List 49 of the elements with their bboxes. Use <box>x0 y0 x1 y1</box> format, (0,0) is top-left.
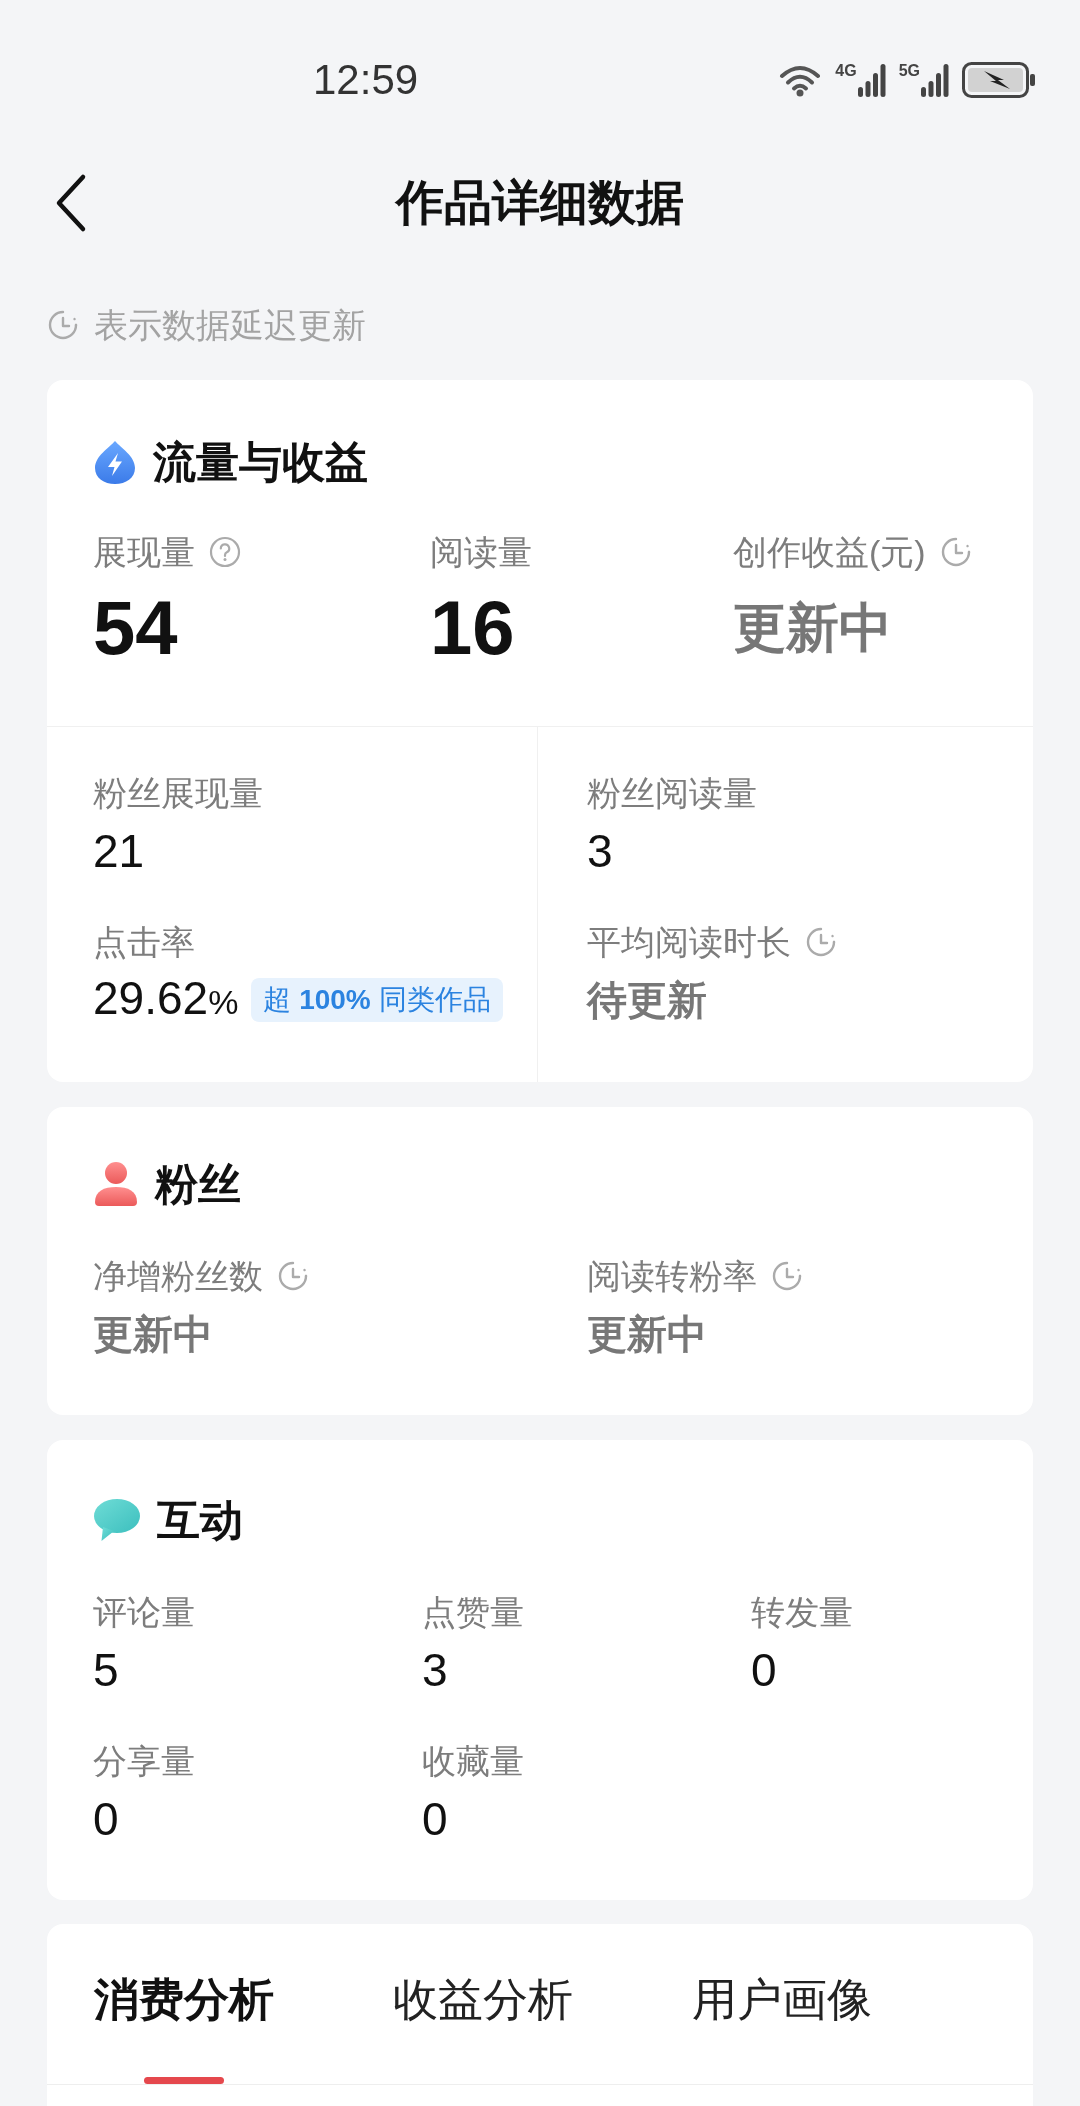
metric-label: 粉丝展现量 <box>93 773 263 814</box>
section-title: 粉丝 <box>155 1162 241 1206</box>
network-type-label: 5G <box>898 63 920 79</box>
battery-icon <box>962 62 1036 98</box>
clock-icon <box>47 309 79 341</box>
metric-value: 更新中 <box>93 1311 213 1358</box>
metric-label: 平均阅读时长 <box>587 922 791 963</box>
metric-label: 创作收益(元) <box>733 532 926 573</box>
metric-label: 分享量 <box>93 1741 195 1782</box>
page-title: 作品详细数据 <box>396 175 684 231</box>
metric-value: 3 <box>587 824 613 879</box>
metric-label: 转发量 <box>751 1592 853 1633</box>
metric-value: 0 <box>93 1792 119 1847</box>
wifi-icon <box>778 63 823 97</box>
metric-label: 展现量 <box>93 532 195 573</box>
metric-label: 粉丝阅读量 <box>587 773 757 814</box>
person-icon <box>93 1160 139 1208</box>
metric-label: 点击率 <box>93 922 195 963</box>
metric-value: 更新中 <box>733 597 892 659</box>
delay-notice: 表示数据延迟更新 <box>94 305 366 345</box>
metric-value: 3 <box>422 1643 448 1698</box>
back-icon[interactable] <box>54 173 88 233</box>
metric-label: 收藏量 <box>422 1741 524 1782</box>
metric-value: 更新中 <box>587 1311 707 1358</box>
tab[interactable]: 收益分析 <box>393 1972 573 2028</box>
metric-label: 阅读转粉率 <box>587 1256 757 1297</box>
section-title: 流量与收益 <box>153 440 368 484</box>
metric-value: 0 <box>422 1792 448 1847</box>
metric-value: 21 <box>93 824 145 879</box>
metric-value: 0 <box>751 1643 777 1698</box>
metric-value: 5 <box>93 1643 119 1698</box>
tab[interactable]: 用户画像 <box>692 1972 872 2028</box>
section-title: 互动 <box>157 1498 243 1542</box>
metric-label: 点赞量 <box>422 1592 524 1633</box>
metric-label: 净增粉丝数 <box>93 1256 263 1297</box>
metric-value: 29.62% <box>93 971 239 1026</box>
signal-icon <box>857 63 886 97</box>
metric-label: 评论量 <box>93 1592 195 1633</box>
network-type-label: 4G <box>835 63 857 79</box>
status-time: 12:59 <box>313 58 419 102</box>
metric-label: 阅读量 <box>430 532 532 573</box>
drop-icon <box>93 439 137 485</box>
metric-value: 待更新 <box>587 977 707 1024</box>
tab[interactable]: 消费分析 <box>94 1972 274 2084</box>
metric-value: 16 <box>430 588 515 668</box>
signal-icon <box>921 63 949 97</box>
chat-bubble-icon <box>93 1498 141 1542</box>
metric-value: 54 <box>93 588 178 668</box>
comparison-tag: 超 100% 同类作品 <box>251 978 503 1022</box>
